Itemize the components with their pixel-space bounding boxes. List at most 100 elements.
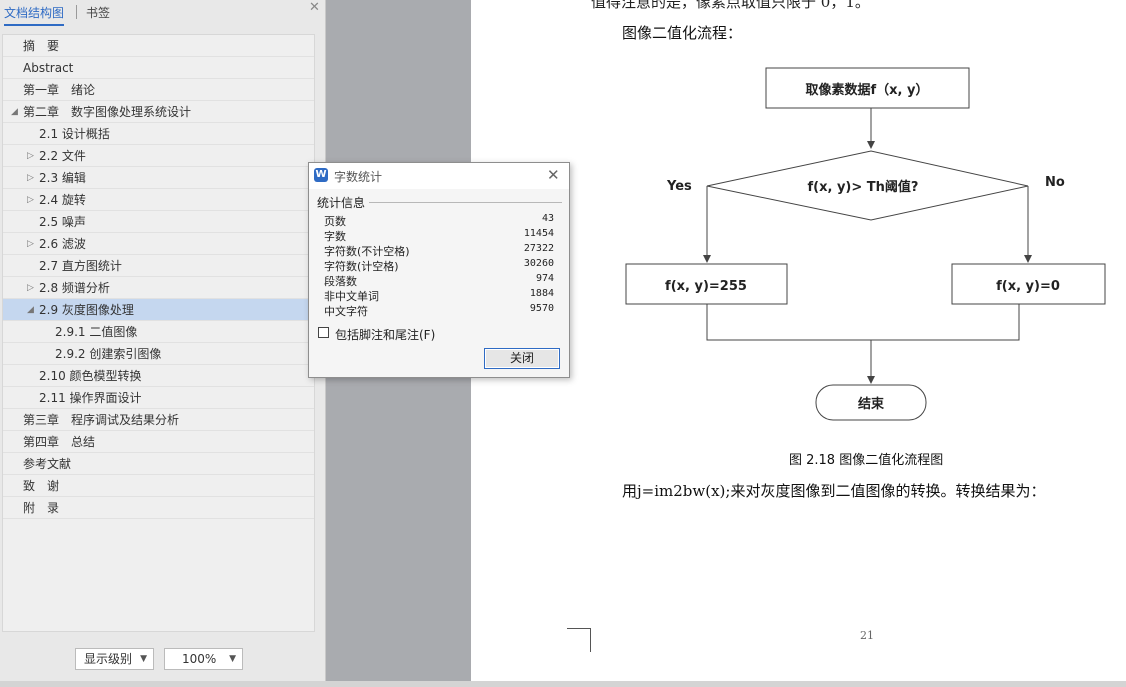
nav-footer: 显示级别 ▼ 100% ▼: [0, 640, 326, 680]
flowchart-end-text: 结束: [858, 396, 885, 412]
statistic-value: 1884: [529, 288, 554, 299]
statistic-label: 字符数(不计空格): [324, 245, 410, 258]
display-level-label: 显示级别: [84, 652, 133, 666]
outline-item-label: 2.9.2 创建索引图像: [55, 347, 162, 361]
close-icon[interactable]: ✕: [309, 0, 320, 15]
statistic-label: 非中文单词: [324, 290, 379, 303]
outline-item[interactable]: ▷ 2.8 频谱分析: [3, 277, 314, 299]
outline-item[interactable]: 2.1 设计概括: [3, 123, 314, 145]
document-outline: 摘 要 Abstract 第一章 绪论 ◢ 第二章 数字图像处理系统设计 2.1 设计概括…: [2, 34, 315, 632]
outline-item[interactable]: ◢ 第二章 数字图像处理系统设计: [3, 101, 314, 123]
expand-arrow-icon[interactable]: ▷: [27, 167, 34, 189]
group-divider: [369, 202, 562, 203]
zoom-dropdown[interactable]: 100% ▼: [164, 648, 243, 670]
outline-item[interactable]: 2.11 操作界面设计: [3, 387, 314, 409]
statistic-value: 27322: [523, 243, 554, 254]
word-count-dialog: W 字数统计 ✕ 统计信息 页数 43 字数 11454 字符数(不计空格) 27322 字…: [308, 162, 570, 378]
statistic-label: 页数: [324, 215, 346, 228]
display-level-dropdown[interactable]: 显示级别 ▼: [75, 648, 154, 670]
outline-item[interactable]: Abstract: [3, 57, 314, 79]
collapse-arrow-icon[interactable]: ◢: [27, 299, 34, 321]
outline-item-label: 2.2 文件: [39, 149, 86, 163]
statistic-label: 字符数(计空格): [324, 260, 399, 273]
expand-arrow-icon[interactable]: ▷: [27, 233, 34, 255]
outline-item[interactable]: 第三章 程序调试及结果分析: [3, 409, 314, 431]
outline-item-label: 2.8 频谱分析: [39, 281, 110, 295]
statistic-label: 中文字符: [324, 305, 368, 318]
page-number: 21: [860, 629, 874, 642]
expand-arrow-icon[interactable]: ▷: [27, 277, 34, 299]
outline-item[interactable]: ▷ 2.2 文件: [3, 145, 314, 167]
outline-item[interactable]: 附 录: [3, 497, 314, 519]
outline-item[interactable]: 2.7 直方图统计: [3, 255, 314, 277]
close-icon[interactable]: ✕: [547, 166, 560, 184]
outline-item[interactable]: ▷ 2.6 滤波: [3, 233, 314, 255]
flowchart-connector: [706, 304, 1020, 341]
outline-item[interactable]: 摘 要: [3, 35, 314, 57]
outline-item[interactable]: ▷ 2.3 编辑: [3, 167, 314, 189]
flowchart-box-255-text: f(x, y)=255: [665, 279, 747, 294]
statistics-group-label: 统计信息: [317, 196, 366, 210]
statistic-row: 字符数(计空格) 30260: [324, 258, 554, 273]
zoom-value: 100%: [182, 652, 217, 666]
navigation-pane: 文档结构图 书签 ✕ 摘 要 Abstract 第一章 绪论 ◢ 第二章 数字图像处理系…: [0, 0, 326, 687]
statistic-value: 974: [535, 273, 554, 284]
outline-item[interactable]: 2.5 噪声: [3, 211, 314, 233]
flowchart-no-label: No: [1045, 175, 1065, 190]
outline-item-label: 致 谢: [23, 479, 60, 493]
outline-item-label: 2.1 设计概括: [39, 127, 110, 141]
flowchart-start-text: 取像素数据f（x, y）: [806, 82, 929, 98]
statistic-label: 段落数: [324, 275, 357, 288]
tab-divider: [76, 5, 77, 19]
outline-item-label: 2.3 编辑: [39, 171, 86, 185]
statistic-row: 段落数 974: [324, 273, 554, 288]
statistic-value: 30260: [523, 258, 554, 269]
statistic-row: 字数 11454: [324, 228, 554, 243]
outline-item-label: 2.4 旋转: [39, 193, 86, 207]
outline-item[interactable]: 参考文献: [3, 453, 314, 475]
outline-item[interactable]: 第一章 绪论: [3, 79, 314, 101]
outline-item-label: 2.7 直方图统计: [39, 259, 122, 273]
outline-item[interactable]: ◢ 2.9 灰度图像处理: [3, 299, 314, 321]
outline-item-label: 第三章 程序调试及结果分析: [23, 413, 180, 427]
statistic-label: 字数: [324, 230, 346, 243]
expand-arrow-icon[interactable]: ▷: [27, 189, 34, 211]
outline-item[interactable]: 2.9.1 二值图像: [3, 321, 314, 343]
outline-item[interactable]: 2.10 颜色模型转换: [3, 365, 314, 387]
nav-tabs: 文档结构图 书签 ✕: [0, 0, 326, 26]
collapse-arrow-icon[interactable]: ◢: [11, 101, 18, 123]
outline-item-label: 2.11 操作界面设计: [39, 391, 142, 405]
outline-item-label: 2.6 滤波: [39, 237, 86, 251]
figure-caption: 图 2.18 图像二值化流程图: [789, 453, 944, 468]
tab-document-structure[interactable]: 文档结构图: [4, 4, 65, 26]
outline-item-label: 第四章 总结: [23, 435, 96, 449]
outline-item[interactable]: 致 谢: [3, 475, 314, 497]
statistic-value: 43: [541, 213, 554, 224]
statistic-row: 页数 43: [324, 213, 554, 228]
expand-arrow-icon[interactable]: ▷: [27, 145, 34, 167]
outline-item-label: 2.10 颜色模型转换: [39, 369, 142, 383]
wps-writer-icon: W: [314, 168, 328, 182]
statistic-value: 11454: [523, 228, 554, 239]
outline-item[interactable]: 第四章 总结: [3, 431, 314, 453]
outline-item-label: 2.9 灰度图像处理: [39, 303, 134, 317]
outline-item[interactable]: 2.9.2 创建索引图像: [3, 343, 314, 365]
tab-bookmarks[interactable]: 书签: [86, 4, 110, 21]
dialog-titlebar[interactable]: W 字数统计 ✕: [309, 163, 569, 189]
statistic-value: 9570: [529, 303, 554, 314]
outline-item-label: 摘 要: [23, 39, 60, 53]
statistic-row: 中文字符 9570: [324, 303, 554, 318]
include-footnotes-checkbox[interactable]: [318, 327, 329, 338]
outline-item-label: 参考文献: [23, 457, 72, 471]
close-button[interactable]: 关闭: [484, 348, 560, 369]
paragraph-text: 用j=im2bw(x);来对灰度图像到二值图像的转换。转换结果为：: [622, 482, 1046, 500]
chevron-down-icon: ▼: [229, 654, 236, 664]
outline-item[interactable]: ▷ 2.4 旋转: [3, 189, 314, 211]
outline-item-label: 附 录: [23, 501, 60, 515]
status-strip: [0, 681, 1126, 687]
dialog-title: 字数统计: [334, 170, 383, 184]
outline-item-label: Abstract: [23, 61, 74, 75]
include-footnotes-label: 包括脚注和尾注(F): [335, 328, 436, 342]
outline-item-label: 第二章 数字图像处理系统设计: [23, 105, 192, 119]
flowchart-yes-label: Yes: [666, 179, 692, 194]
